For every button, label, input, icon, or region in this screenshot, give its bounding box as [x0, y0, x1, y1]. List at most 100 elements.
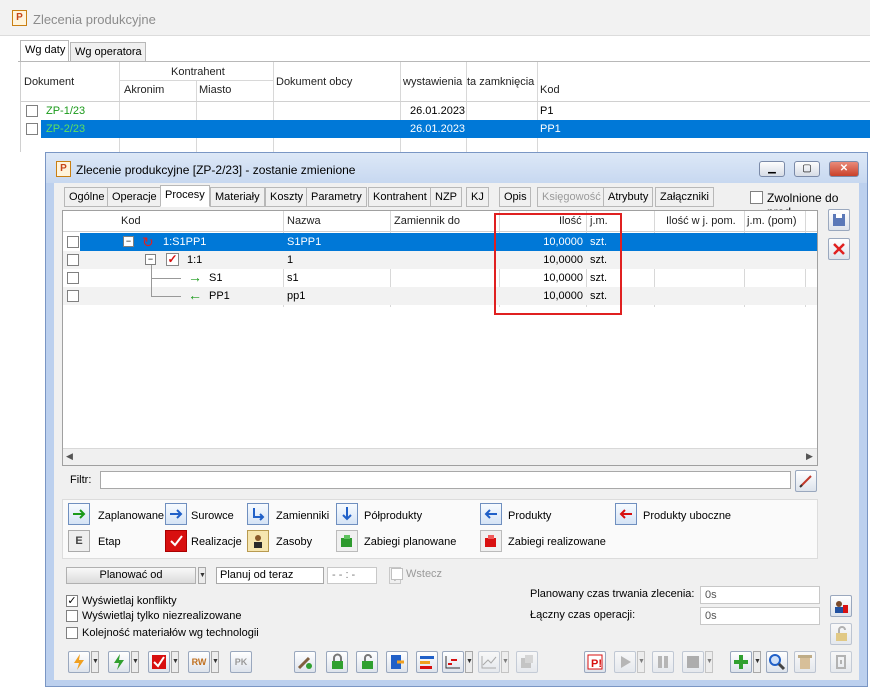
grid-col-nazwa[interactable]: Nazwa — [287, 215, 321, 227]
tab-kontrahent[interactable]: Kontrahent — [368, 187, 432, 207]
table-row-selected[interactable]: ZP-2/23 26.01.2023 PP1 — [21, 120, 870, 138]
add-dropdown[interactable]: ▼ — [753, 651, 761, 673]
tab-parametry[interactable]: Parametry — [306, 187, 367, 207]
save-icon[interactable] — [828, 209, 850, 231]
stop-icon[interactable] — [682, 651, 704, 673]
lock-icon[interactable] — [326, 651, 348, 673]
trash-icon[interactable] — [794, 651, 816, 673]
run-green-lightning-icon[interactable] — [108, 651, 130, 673]
grid-row[interactable]: ← PP1 pp1 10,0000 szt. — [63, 278, 817, 305]
legend-zamienniki: Zamienniki — [276, 510, 330, 522]
add-icon[interactable] — [730, 651, 752, 673]
row-checkbox[interactable] — [26, 105, 38, 117]
scroll-left-icon[interactable]: ◀ — [66, 451, 73, 462]
filter-input[interactable] — [100, 471, 791, 489]
planowac-od-button[interactable]: Planować od — [66, 567, 196, 584]
play-dropdown[interactable]: ▼ — [637, 651, 645, 673]
row-checkbox[interactable] — [67, 236, 79, 248]
col-dokument[interactable]: Dokument — [24, 76, 74, 88]
row-checkbox[interactable] — [67, 272, 79, 284]
grid-row[interactable]: − ↻ 1:S1PP1 S1PP1 10,0000 szt. — [63, 233, 817, 251]
gantt-icon[interactable] — [416, 651, 438, 673]
products-icon — [480, 503, 502, 525]
copy-icon[interactable] — [516, 651, 538, 673]
col-wystawienia[interactable]: wystawienia — [403, 76, 462, 88]
rw-dropdown[interactable]: ▼ — [211, 651, 219, 673]
material-order-checkbox[interactable] — [66, 627, 78, 639]
collapse-toggle[interactable]: − — [145, 254, 156, 265]
delete-icon[interactable] — [828, 238, 850, 260]
unlock-green-icon[interactable] — [356, 651, 378, 673]
tab-atrybuty[interactable]: Atrybuty — [603, 187, 654, 207]
minimize-button[interactable]: ▁ — [759, 161, 785, 177]
tab-wg-operatora[interactable]: Wg operatora — [70, 42, 146, 62]
realize-dropdown[interactable]: ▼ — [171, 651, 179, 673]
warning-icon[interactable]: P! — [584, 651, 606, 673]
play-icon[interactable] — [614, 651, 636, 673]
table-row[interactable]: ZP-1/23 26.01.2023 P1 — [21, 102, 870, 120]
dialog-title: Zlecenie produkcyjne [ZP-2/23] - zostani… — [76, 163, 356, 177]
unlock-icon[interactable] — [830, 623, 852, 645]
stop-dropdown[interactable]: ▼ — [705, 651, 713, 673]
dialog-icon: P — [56, 161, 71, 177]
tab-nzp[interactable]: NZP — [430, 187, 462, 207]
realize-icon[interactable] — [148, 651, 170, 673]
substitutes-icon — [247, 503, 269, 525]
tab-ksiegowosc[interactable]: Księgowość — [537, 187, 606, 207]
search-icon[interactable] — [766, 651, 788, 673]
edit-pencil-icon[interactable] — [294, 651, 316, 673]
grid-col-ilosc-pom[interactable]: Ilość w j. pom. — [666, 215, 736, 227]
tab-ogolne[interactable]: Ogólne — [64, 187, 110, 207]
grid-col-zamiennik[interactable]: Zamiennik do — [394, 215, 460, 227]
time-field[interactable]: - - : - — [327, 567, 377, 584]
col-miasto[interactable]: Miasto — [199, 84, 231, 96]
laczny-czas-field[interactable]: 0s — [700, 607, 820, 625]
grid-col-jm-pom[interactable]: j.m. (pom) — [747, 215, 797, 227]
pk-document-icon[interactable]: PK — [230, 651, 252, 673]
planowac-od-dropdown[interactable]: ▼ — [198, 567, 206, 584]
tab-wg-daty[interactable]: Wg daty — [20, 40, 69, 62]
graph-icon[interactable] — [478, 651, 500, 673]
zwolnione-checkbox[interactable] — [750, 191, 763, 204]
close-button[interactable]: ✕ — [829, 161, 859, 177]
col-akronim[interactable]: Akronim — [124, 84, 164, 96]
row-checkbox[interactable] — [67, 254, 79, 266]
planowany-czas-field[interactable]: 0s — [700, 586, 820, 604]
tab-opis[interactable]: Opis — [499, 187, 531, 207]
run-lightning-icon[interactable] — [68, 651, 90, 673]
col-dokument-obcy[interactable]: Dokument obcy — [276, 76, 352, 88]
document-arrow-icon[interactable] — [386, 651, 408, 673]
grid-col-kod[interactable]: Kod — [121, 215, 141, 227]
tab-zalaczniki[interactable]: Załączniki — [655, 187, 714, 207]
unrealized-checkbox[interactable] — [66, 610, 78, 622]
scroll-right-icon[interactable]: ▶ — [806, 451, 813, 462]
chart-dropdown[interactable]: ▼ — [465, 651, 473, 673]
maximize-button[interactable]: ▢ — [794, 161, 820, 177]
grid-row[interactable]: − ✓ 1:1 1 10,0000 szt. — [63, 251, 817, 269]
collapse-toggle[interactable]: − — [123, 236, 134, 247]
row-checkbox[interactable] — [67, 290, 79, 302]
tab-procesy[interactable]: Procesy — [160, 185, 210, 207]
graph-dropdown[interactable]: ▼ — [501, 651, 509, 673]
grid-row[interactable]: → S1 s1 10,0000 szt. — [63, 265, 817, 287]
filter-edit-icon[interactable] — [795, 470, 817, 492]
pause-icon[interactable] — [652, 651, 674, 673]
col-kod[interactable]: Kod — [540, 84, 560, 96]
wstecz-checkbox[interactable] — [391, 568, 403, 580]
tab-materialy[interactable]: Materiały — [210, 187, 265, 207]
exit-icon[interactable] — [830, 651, 852, 673]
planuj-od-teraz-field[interactable]: Planuj od teraz — [216, 567, 324, 584]
tab-operacje[interactable]: Operacje — [107, 187, 162, 207]
tab-kj[interactable]: KJ — [466, 187, 489, 207]
run-green-dropdown[interactable]: ▼ — [131, 651, 139, 673]
conflicts-checkbox[interactable]: ✓ — [66, 595, 78, 607]
col-kontrahent[interactable]: Kontrahent — [171, 66, 225, 78]
col-zamkniecia[interactable]: ta zamknięcia — [467, 76, 534, 88]
row-checkbox[interactable] — [26, 123, 38, 135]
users-icon[interactable] — [830, 595, 852, 617]
tab-koszty[interactable]: Koszty — [265, 187, 309, 207]
horizontal-scrollbar[interactable]: ◀ ▶ — [63, 448, 817, 465]
chart-icon[interactable] — [442, 651, 464, 673]
rw-document-icon[interactable]: RW — [188, 651, 210, 673]
run-lightning-dropdown[interactable]: ▼ — [91, 651, 99, 673]
